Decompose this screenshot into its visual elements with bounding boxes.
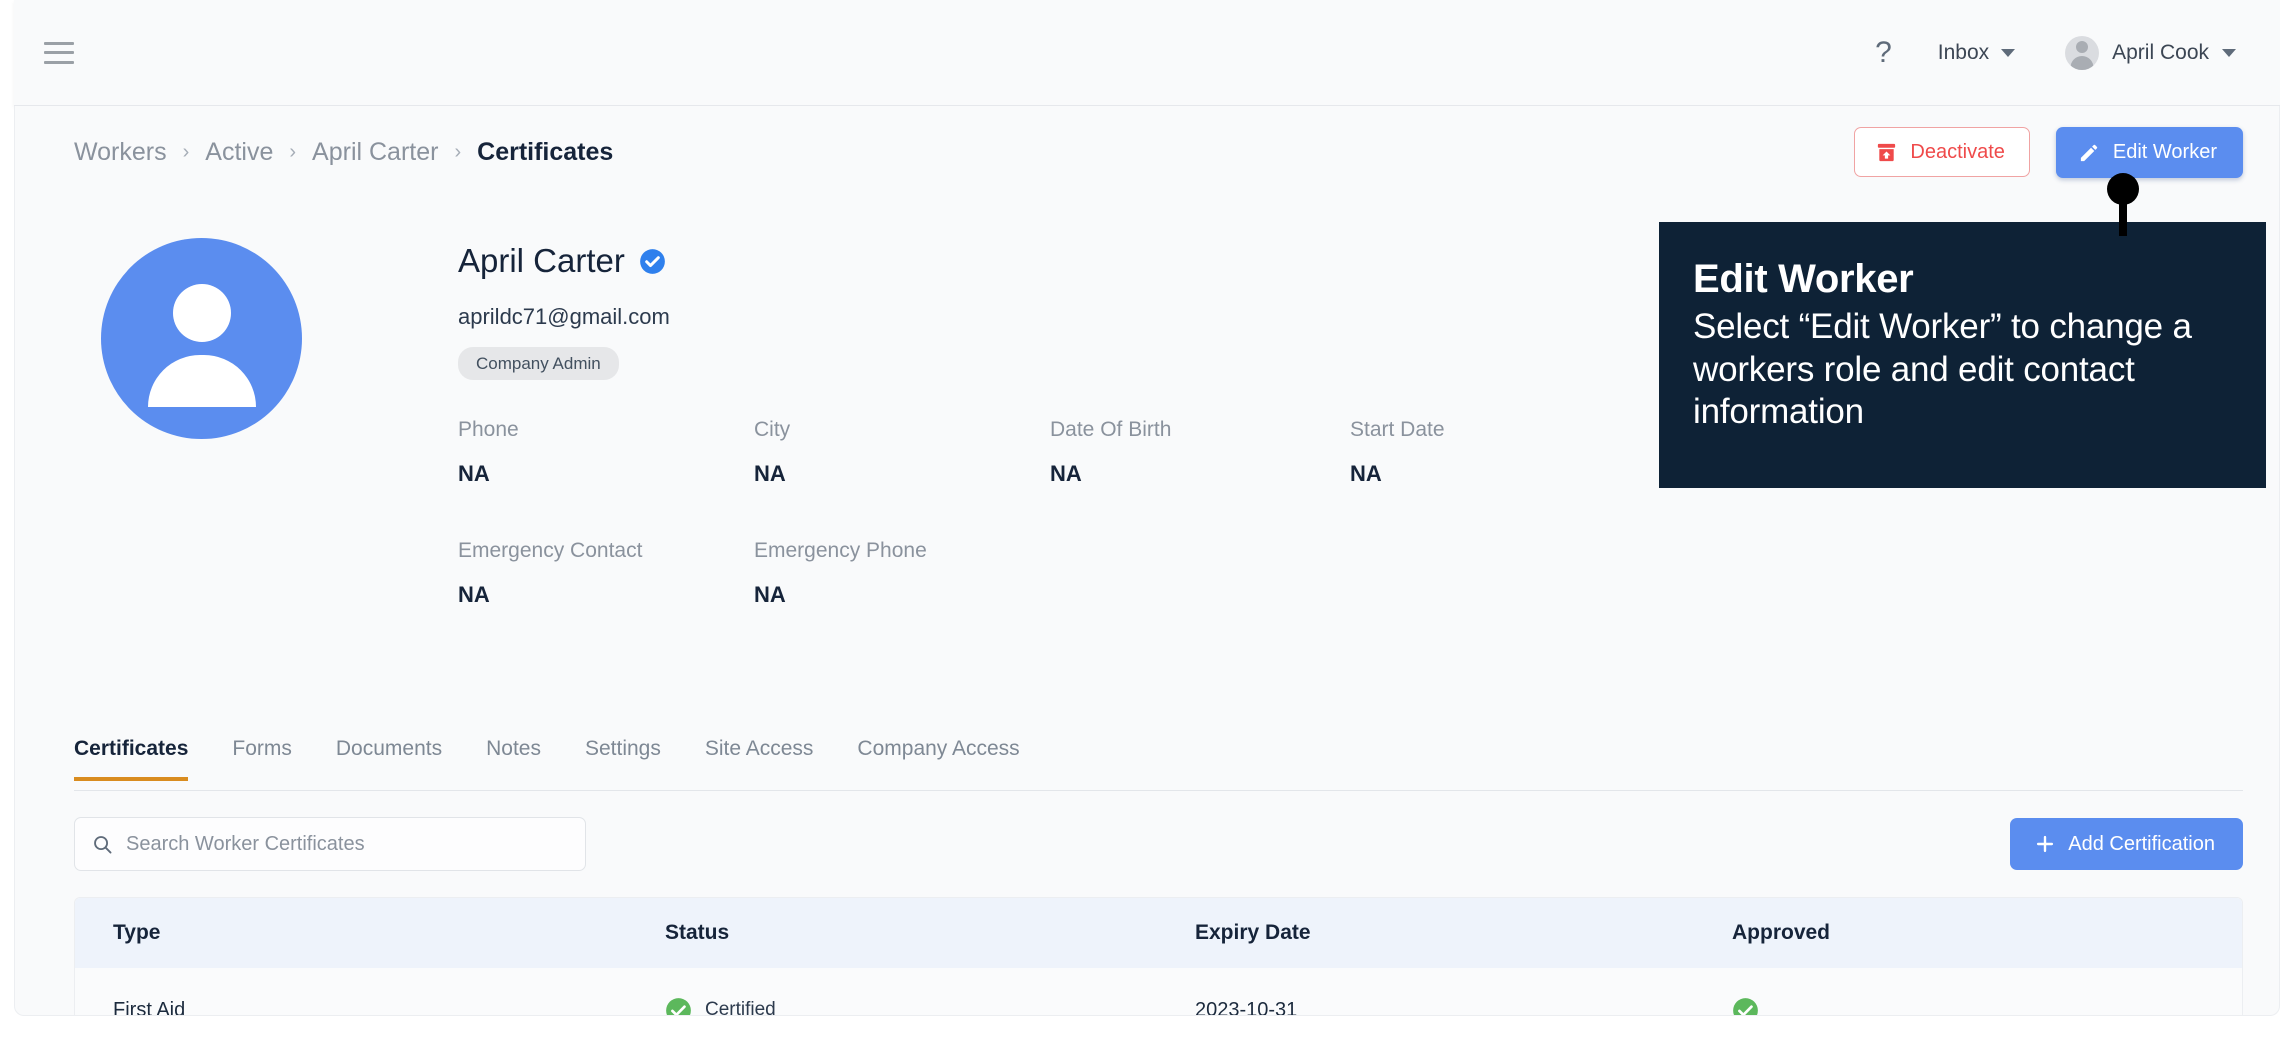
field-label: Start Date xyxy=(1350,418,1690,442)
cell-expiry-date: 2023-10-31 xyxy=(1195,999,1732,1017)
field-emergency-phone: Emergency Phone NA xyxy=(754,539,1050,608)
top-bar: ? Inbox April Cook xyxy=(14,0,2280,106)
breadcrumb-row: Workers › Active › April Carter › Certif… xyxy=(15,106,2279,198)
person-avatar-icon xyxy=(101,238,302,439)
field-spacer xyxy=(1050,539,1350,608)
hamburger-bar-3 xyxy=(44,61,74,64)
field-label: Emergency Phone xyxy=(754,539,1050,563)
column-header-type: Type xyxy=(113,921,665,945)
add-certification-button[interactable]: Add Certification xyxy=(2010,818,2243,870)
page-title: April Carter xyxy=(458,242,625,280)
tab-forms[interactable]: Forms xyxy=(210,729,314,781)
coachmark-title: Edit Worker xyxy=(1693,258,2232,300)
field-label: City xyxy=(754,418,1050,442)
app-root: ? Inbox April Cook Workers › Active › Ap… xyxy=(0,0,2280,1038)
cell-status: Certified xyxy=(665,997,1195,1017)
edit-worker-button[interactable]: Edit Worker xyxy=(2056,127,2243,178)
field-value: NA xyxy=(754,582,1050,608)
hamburger-bar-2 xyxy=(44,51,74,54)
cell-approved xyxy=(1732,997,2032,1017)
breadcrumb-item-april-carter[interactable]: April Carter xyxy=(312,138,438,167)
tab-certificates[interactable]: Certificates xyxy=(74,729,210,781)
field-value: NA xyxy=(458,461,754,487)
page-actions: Deactivate Edit Worker xyxy=(1854,127,2243,178)
tab-company-access[interactable]: Company Access xyxy=(835,729,1041,781)
breadcrumb-separator-icon: › xyxy=(287,141,298,164)
tab-label: Documents xyxy=(336,737,442,760)
chevron-down-icon xyxy=(2222,49,2236,57)
field-label: Emergency Contact xyxy=(458,539,754,563)
tab-label: Site Access xyxy=(705,737,814,760)
breadcrumb-separator-icon: › xyxy=(181,141,192,164)
pencil-icon xyxy=(2078,141,2101,164)
field-date-of-birth: Date Of Birth NA xyxy=(1050,418,1350,487)
field-city: City NA xyxy=(754,418,1050,487)
top-bar-right-group: ? Inbox April Cook xyxy=(1859,30,2246,76)
field-value: NA xyxy=(754,461,1050,487)
column-header-status: Status xyxy=(665,921,1195,945)
user-name-label: April Cook xyxy=(2112,41,2209,65)
help-icon[interactable]: ? xyxy=(1859,32,1908,74)
column-header-approved: Approved xyxy=(1732,921,2032,945)
table-header-row: Type Status Expiry Date Approved xyxy=(75,898,2242,968)
green-check-circle-icon xyxy=(1732,997,1759,1017)
breadcrumb-separator-icon: › xyxy=(452,141,463,164)
field-label: Date Of Birth xyxy=(1050,418,1350,442)
green-check-circle-icon xyxy=(665,997,692,1017)
search-input[interactable] xyxy=(126,833,569,856)
plus-icon xyxy=(2034,833,2056,855)
cell-type: First Aid xyxy=(113,999,665,1017)
tab-label: Settings xyxy=(585,737,661,760)
avatar xyxy=(2065,36,2099,70)
breadcrumb: Workers › Active › April Carter › Certif… xyxy=(74,138,613,167)
tab-settings[interactable]: Settings xyxy=(563,729,683,781)
add-certification-label: Add Certification xyxy=(2068,833,2215,856)
breadcrumb-item-certificates: Certificates xyxy=(477,138,613,167)
field-value: NA xyxy=(458,582,754,608)
column-header-expiry: Expiry Date xyxy=(1195,921,1732,945)
inbox-menu[interactable]: Inbox xyxy=(1922,35,2031,71)
hamburger-bar-1 xyxy=(44,42,74,45)
tab-label: Forms xyxy=(232,737,292,760)
coachmark-tooltip: Edit Worker Select “Edit Worker” to chan… xyxy=(1659,222,2266,488)
field-phone: Phone NA xyxy=(458,418,754,487)
tab-label: Notes xyxy=(486,737,541,760)
tab-label: Company Access xyxy=(857,737,1019,760)
coachmark-body: Select “Edit Worker” to change a workers… xyxy=(1693,306,2232,434)
breadcrumb-item-active[interactable]: Active xyxy=(205,138,273,167)
inbox-label: Inbox xyxy=(1938,41,1989,65)
search-worker-certificates-box[interactable] xyxy=(74,817,586,871)
chevron-down-icon xyxy=(2001,49,2015,57)
edit-worker-button-label: Edit Worker xyxy=(2113,141,2217,164)
field-label: Phone xyxy=(458,418,754,442)
user-menu[interactable]: April Cook xyxy=(2049,30,2246,76)
verified-check-icon xyxy=(639,248,666,275)
status-badge: Certified xyxy=(705,999,776,1016)
field-spacer xyxy=(1350,539,1690,608)
certificates-toolbar: Add Certification xyxy=(74,814,2243,874)
tab-label: Certificates xyxy=(74,737,188,760)
field-value: NA xyxy=(1050,461,1350,487)
tab-notes[interactable]: Notes xyxy=(464,729,563,781)
worker-tabs: Certificates Forms Documents Notes Setti… xyxy=(74,729,2243,791)
hamburger-menu-icon[interactable] xyxy=(44,42,74,64)
role-chip: Company Admin xyxy=(458,347,619,380)
tab-documents[interactable]: Documents xyxy=(314,729,464,781)
field-start-date: Start Date NA xyxy=(1350,418,1690,487)
archive-icon xyxy=(1875,141,1898,164)
table-row[interactable]: First Aid Certified 2023-10-31 xyxy=(75,968,2242,1016)
search-icon xyxy=(91,833,114,856)
field-value: NA xyxy=(1350,461,1690,487)
deactivate-button-label: Deactivate xyxy=(1910,141,2005,164)
tab-site-access[interactable]: Site Access xyxy=(683,729,836,781)
breadcrumb-item-workers[interactable]: Workers xyxy=(74,138,167,167)
field-emergency-contact: Emergency Contact NA xyxy=(458,539,754,608)
deactivate-button[interactable]: Deactivate xyxy=(1854,127,2030,177)
certificates-table: Type Status Expiry Date Approved First A… xyxy=(74,897,2243,1016)
